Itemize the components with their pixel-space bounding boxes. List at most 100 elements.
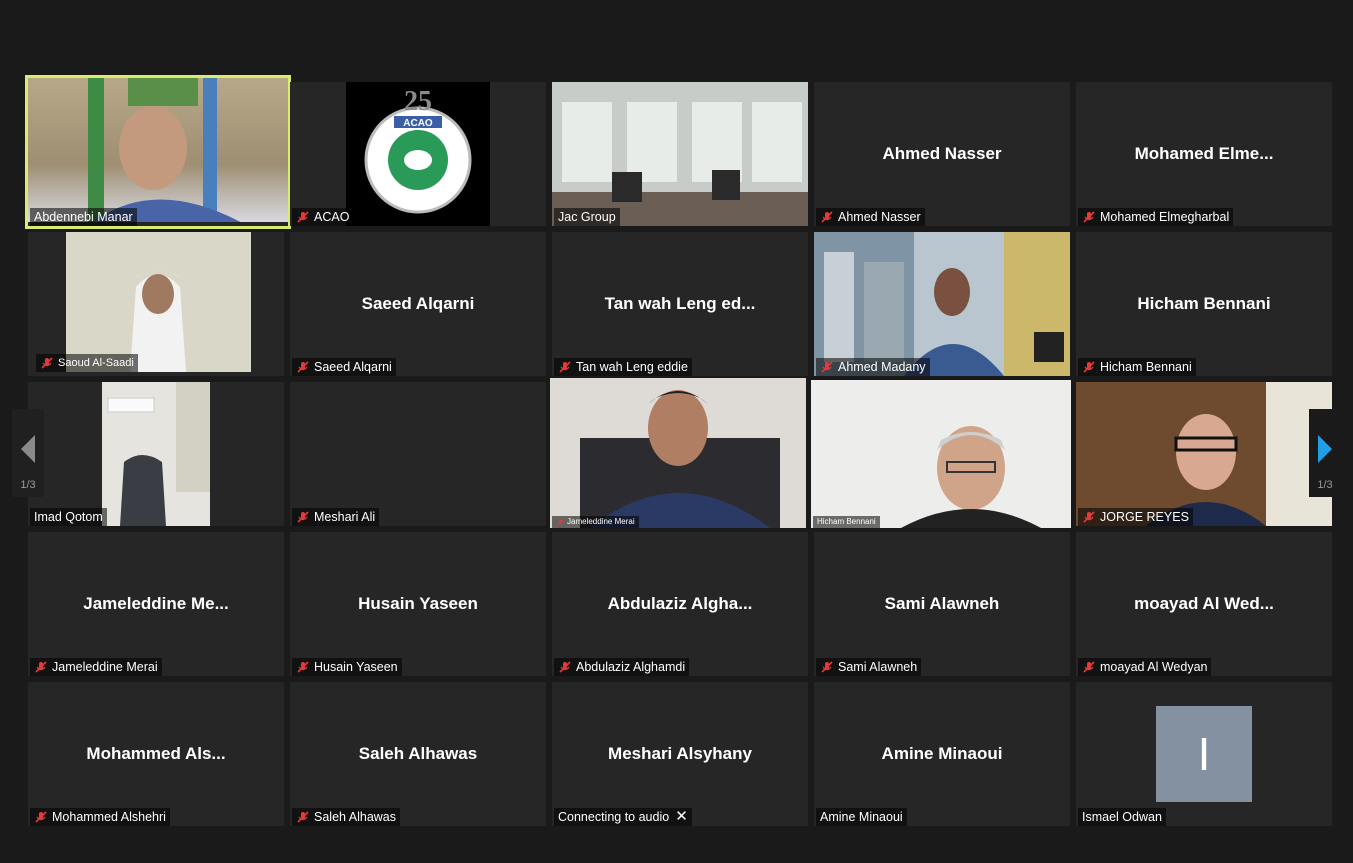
svg-text:25: 25 — [404, 86, 432, 117]
participant-name-label: Hicham Bennani — [813, 516, 880, 528]
avatar: I — [1156, 706, 1252, 802]
mic-muted-icon — [821, 211, 833, 223]
mic-muted-icon — [297, 361, 309, 373]
video-frame — [1076, 382, 1332, 526]
video-gallery-grid: Abdennebi Manar ACAO 25 ACAO Jac Group A… — [0, 0, 1353, 863]
participant-tile[interactable]: JORGE REYES — [1076, 382, 1332, 526]
svg-text:ACAO: ACAO — [403, 118, 433, 129]
participant-name-label: Abdennebi Manar — [30, 208, 137, 226]
participant-name-label: ACAO — [292, 208, 354, 226]
participant-tile[interactable]: Meshari Alsyhany Connecting to audio ✕ — [552, 682, 808, 826]
participant-tile[interactable]: Mohamed Elme... Mohamed Elmegharbal — [1076, 82, 1332, 226]
chevron-left-icon — [21, 435, 35, 463]
participant-name-label: Imad Qotom — [30, 508, 107, 526]
participant-display-name: Saleh Alhawas — [358, 744, 478, 763]
participant-video — [552, 82, 808, 226]
mic-muted-icon — [559, 361, 571, 373]
participant-tile[interactable]: Tan wah Leng ed... Tan wah Leng eddie — [552, 232, 808, 376]
participant-tile[interactable]: Jameleddine Merai — [550, 378, 806, 528]
mic-muted-icon — [821, 661, 833, 673]
acao-logo: ACAO 25 — [346, 82, 490, 226]
participant-name-label: moayad Al Wedyan — [1078, 658, 1212, 676]
participant-name-label: Saleh Alhawas — [292, 808, 401, 826]
participant-display-name: Mohammed Als... — [86, 744, 226, 763]
page-indicator: 1/3 — [1317, 479, 1333, 491]
participant-tile[interactable]: Ahmed Madany — [814, 232, 1070, 376]
participant-tile[interactable]: Hicham Bennani Hicham Bennani — [1076, 232, 1332, 376]
avatar-initial: I — [1197, 728, 1211, 780]
participant-tile[interactable]: Imad Qotom — [28, 382, 284, 526]
participant-display-name: Jameleddine Me... — [83, 594, 229, 613]
participant-display-name: Abdulaziz Algha... — [607, 594, 753, 613]
participant-tile[interactable]: Saleh Alhawas Saleh Alhawas — [290, 682, 546, 826]
mic-muted-icon — [1083, 661, 1095, 673]
mic-muted-icon — [297, 511, 309, 523]
participant-name-label: Amine Minaoui — [816, 808, 907, 826]
participant-tile[interactable]: Husain Yaseen Husain Yaseen — [290, 532, 546, 676]
page-indicator: 1/3 — [20, 479, 36, 491]
participant-tile[interactable]: ACAO 25 ACAO — [290, 82, 546, 226]
participant-name-label: Saoud Al-Saadi — [36, 354, 138, 372]
participant-name-label: Mohammed Alshehri — [30, 808, 170, 826]
participant-name-label: Jameleddine Merai — [30, 658, 162, 676]
video-frame — [552, 82, 808, 226]
mic-muted-icon — [1083, 511, 1095, 523]
video-frame — [88, 78, 241, 222]
video-frame — [550, 378, 806, 528]
participant-tile[interactable]: I Ismael Odwan — [1076, 682, 1332, 826]
participant-video — [811, 380, 1071, 528]
mic-muted-icon — [35, 661, 47, 673]
mic-muted-icon — [297, 211, 309, 223]
participant-tile[interactable]: Hicham Bennani — [811, 380, 1071, 528]
participant-tile[interactable]: Amine Minaoui Amine Minaoui — [814, 682, 1070, 826]
participant-tile[interactable]: Meshari Ali — [290, 382, 546, 526]
participant-tile[interactable]: Abdennebi Manar — [25, 75, 291, 229]
video-frame — [811, 380, 1071, 528]
participant-tile[interactable]: Sami Alawneh Sami Alawneh — [814, 532, 1070, 676]
participant-display-name: Tan wah Leng ed... — [604, 294, 756, 313]
participant-tile[interactable]: Saeed Alqarni Saeed Alqarni — [290, 232, 546, 376]
participant-name-label: Jameleddine Merai — [552, 516, 639, 528]
participant-name-label: Sami Alawneh — [816, 658, 922, 676]
participant-name-label: Hicham Bennani — [1078, 358, 1196, 376]
participant-display-name: Ahmed Nasser — [882, 144, 1002, 163]
video-frame — [66, 232, 251, 372]
participant-tile[interactable]: Jac Group — [552, 82, 808, 226]
participant-video — [1076, 382, 1332, 526]
participant-video — [102, 382, 210, 526]
acao-emblem-icon: ACAO 25 — [364, 86, 472, 214]
previous-page-button[interactable]: 1/3 — [12, 409, 44, 497]
mic-muted-icon — [1083, 211, 1095, 223]
participant-tile[interactable]: Mohammed Als... Mohammed Alshehri — [28, 682, 284, 826]
next-page-button[interactable]: 1/3 — [1309, 409, 1341, 497]
participant-display-name: Saeed Alqarni — [361, 294, 475, 313]
participant-display-name: moayad Al Wed... — [1134, 594, 1274, 613]
participant-name-label: Saeed Alqarni — [292, 358, 396, 376]
participant-tile[interactable]: moayad Al Wed... moayad Al Wedyan — [1076, 532, 1332, 676]
participant-name-label: Ahmed Nasser — [816, 208, 925, 226]
close-icon[interactable]: ✕ — [675, 808, 688, 826]
participant-display-name: Mohamed Elme... — [1134, 144, 1274, 163]
mic-muted-icon — [41, 357, 53, 369]
mic-muted-icon — [297, 661, 309, 673]
video-frame — [102, 382, 210, 526]
participant-name-label: Jac Group — [554, 208, 620, 226]
participant-tile[interactable]: Saoud Al-Saadi — [28, 232, 284, 376]
participant-name-label: Ahmed Madany — [816, 358, 930, 376]
participant-display-name: Amine Minaoui — [881, 744, 1003, 763]
mic-muted-icon — [821, 361, 833, 373]
participant-name-label: Meshari Ali — [292, 508, 380, 526]
chevron-right-icon — [1318, 435, 1332, 463]
participant-video — [66, 232, 251, 372]
participant-display-name: Meshari Alsyhany — [608, 744, 752, 763]
participant-name-label: Abdulaziz Alghamdi — [554, 658, 690, 676]
participant-tile[interactable]: Jameleddine Me... Jameleddine Merai — [28, 532, 284, 676]
participant-video — [550, 378, 806, 528]
participant-tile[interactable]: Abdulaziz Algha... Abdulaziz Alghamdi — [552, 532, 808, 676]
mic-muted-icon — [559, 661, 571, 673]
participant-tile[interactable]: Ahmed Nasser Ahmed Nasser — [814, 82, 1070, 226]
participant-video — [28, 78, 288, 222]
participant-name-label: Mohamed Elmegharbal — [1078, 208, 1234, 226]
mic-muted-icon — [556, 518, 565, 526]
participant-display-name: Husain Yaseen — [358, 594, 478, 613]
